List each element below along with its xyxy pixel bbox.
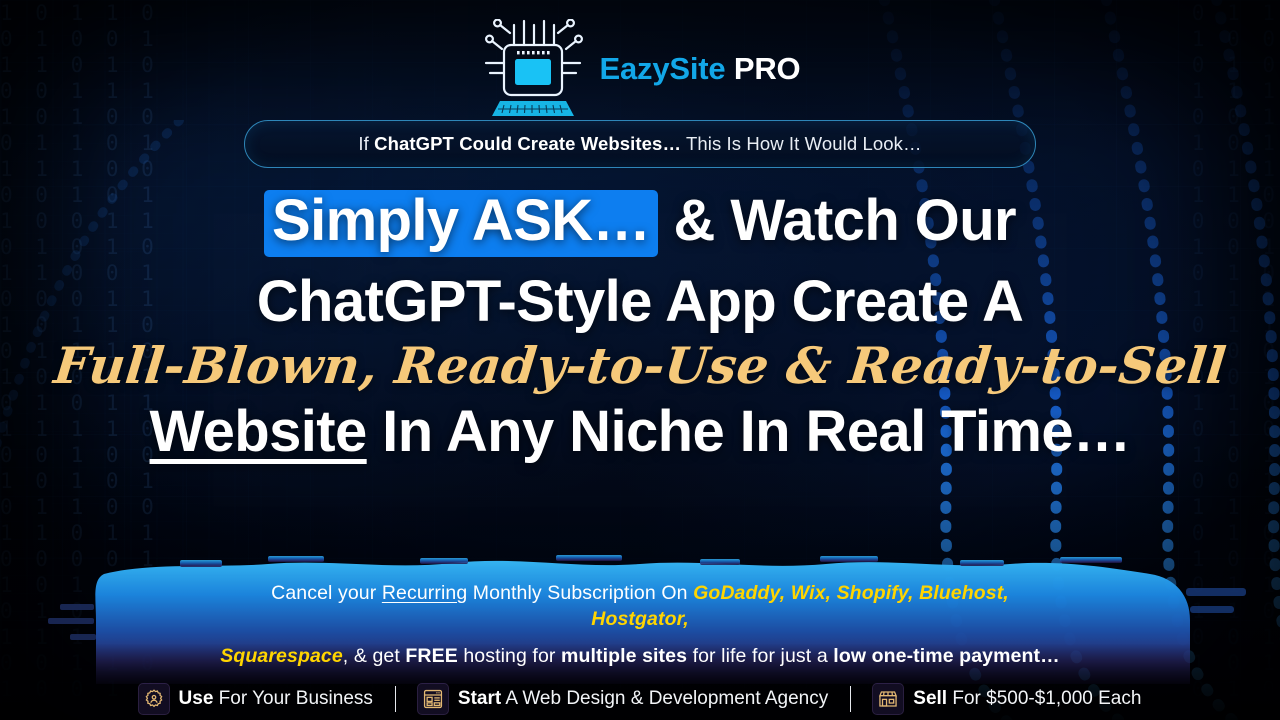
- hero-content: EazySite PRO If ChatGPT Could Create Web…: [0, 0, 1280, 461]
- headline-line-2: ChatGPT-Style App Create A: [256, 268, 1024, 334]
- headline-script-line: Full-Blown, Ready-to-Use & Ready-to-Sell: [51, 335, 1229, 395]
- feature-use-for-business: Use For Your Business: [138, 684, 373, 714]
- headline-line-4-rest: In Any Niche In Real Time…: [366, 398, 1131, 464]
- feature-strip: Use For Your Business Start A Web Design…: [0, 684, 1280, 714]
- brand-logo[interactable]: EazySite PRO: [0, 0, 1280, 116]
- web-layout-icon: [417, 684, 448, 714]
- brand-name-secondary: PRO: [733, 51, 801, 86]
- feature-sell-rest: For $500-$1,000 Each: [947, 688, 1142, 709]
- tagline-bold: ChatGPT Could Create Websites…: [374, 133, 682, 154]
- band-line-2-part1: , & get: [342, 645, 406, 667]
- tagline-pill: If ChatGPT Could Create Websites… This I…: [244, 120, 1036, 168]
- gear-user-icon: [138, 684, 169, 714]
- band-line-2-part2: hosting for: [457, 645, 562, 667]
- band-line-1: Cancel your Recurring Monthly Subscripti…: [0, 580, 1280, 606]
- band-line-1-brands: GoDaddy, Wix, Shopify, Bluehost,: [693, 582, 1009, 604]
- feature-divider-1: [394, 686, 396, 712]
- band-line-2-bold1: FREE: [405, 645, 458, 667]
- band-line-2-part3: for life for just a: [687, 645, 834, 667]
- hero-page: 1 0 1 1 0 0 1 0 0 1 1 1 0 1 0 0 0 1 1 1 …: [0, 0, 1280, 720]
- feature-sell-text: Sell For $500-$1,000 Each: [913, 688, 1141, 710]
- feature-start-text: Start A Web Design & Development Agency: [458, 688, 828, 710]
- tagline-text: If ChatGPT Could Create Websites… This I…: [358, 133, 921, 155]
- feature-use-rest: For Your Business: [213, 688, 373, 709]
- band-line-1-part2: Monthly Subscription On: [467, 582, 694, 604]
- band-line-2-brand: Squarespace: [220, 645, 343, 667]
- headline-highlight: Simply ASK…: [264, 190, 658, 257]
- feature-divider-2: [850, 686, 852, 712]
- page-title: Simply ASK… & Watch Our ChatGPT-Style Ap…: [0, 190, 1280, 461]
- tagline-prefix: If: [358, 133, 375, 154]
- feature-start-rest: A Web Design & Development Agency: [501, 688, 829, 709]
- feature-start-bold: Start: [457, 688, 502, 709]
- tagline-suffix: This Is How It Would Look…: [681, 133, 922, 154]
- tagline-pill-wrapper: If ChatGPT Could Create Websites… This I…: [0, 120, 1280, 168]
- subscription-band: Cancel your Recurring Monthly Subscripti…: [0, 548, 1280, 684]
- band-line-2-bold3: low one-time payment…: [833, 645, 1060, 667]
- band-line-1b-brands: Hostgator,: [591, 608, 689, 630]
- band-line-1-part1: Cancel your: [271, 582, 382, 604]
- band-line-2: Squarespace, & get FREE hosting for mult…: [0, 643, 1280, 669]
- computer-circuit-icon: [484, 19, 583, 116]
- feature-sell-bold: Sell: [913, 688, 948, 709]
- brand-name-primary: EazySite: [599, 51, 726, 86]
- feature-start-agency: Start A Web Design & Development Agency: [417, 684, 828, 714]
- feature-use-text: Use For Your Business: [179, 688, 373, 710]
- storefront-icon: [873, 684, 904, 714]
- headline-line-1-rest: & Watch Our: [658, 188, 1017, 253]
- band-line-2-bold2: multiple sites: [561, 645, 688, 667]
- headline-underlined-word: Website: [149, 398, 368, 464]
- band-line-1b: Hostgator,: [0, 606, 1280, 632]
- headline-line-4: Website In Any Niche In Real Time…: [0, 402, 1280, 461]
- feature-use-bold: Use: [178, 688, 214, 709]
- band-line-1-underlined: Recurring: [381, 582, 468, 604]
- feature-sell-each: Sell For $500-$1,000 Each: [873, 684, 1141, 714]
- subscription-band-text: Cancel your Recurring Monthly Subscripti…: [0, 548, 1280, 669]
- brand-name: EazySite PRO: [600, 51, 801, 87]
- headline-line-1: Simply ASK… & Watch Our: [0, 190, 1280, 257]
